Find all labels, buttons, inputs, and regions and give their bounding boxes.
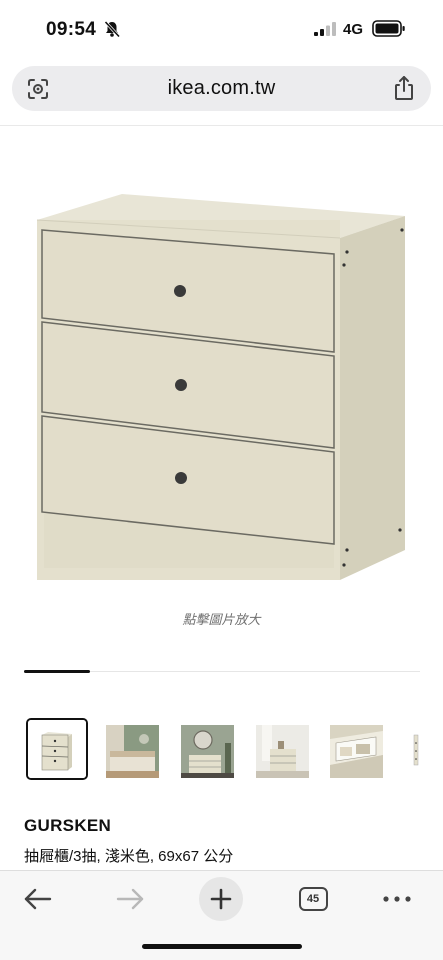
more-button[interactable]	[380, 879, 414, 919]
share-icon[interactable]	[392, 75, 416, 101]
status-time: 09:54	[46, 19, 97, 40]
product-description: 抽屜櫃/3抽, 淺米色, 69x67 公分	[24, 848, 234, 865]
product-name[interactable]: GURSKEN	[24, 816, 111, 836]
thumbnail-4[interactable]	[256, 725, 309, 778]
thumbnail-6[interactable]	[405, 725, 423, 778]
thumbnail-1[interactable]	[26, 718, 88, 780]
home-indicator[interactable]	[142, 944, 302, 949]
back-button[interactable]	[18, 879, 58, 919]
thumbnail-2[interactable]	[106, 725, 159, 778]
address-bar[interactable]: ikea.com.tw	[12, 66, 431, 111]
tabs-button[interactable]: 45	[296, 879, 330, 919]
more-icon	[383, 896, 411, 902]
status-bar: 09:54 4G	[0, 0, 443, 56]
product-image[interactable]	[32, 190, 410, 585]
battery-icon	[372, 20, 405, 37]
plus-icon	[210, 888, 232, 910]
thumbnail-3[interactable]	[181, 725, 234, 778]
arrow-right-icon	[116, 888, 144, 910]
forward-button[interactable]	[110, 879, 150, 919]
signal-icon	[314, 22, 336, 36]
tab-count: 45	[298, 887, 328, 911]
bell-off-icon	[104, 20, 121, 38]
network-type: 4G	[343, 21, 364, 38]
thumbnail-5[interactable]	[330, 725, 383, 778]
new-tab-button[interactable]	[199, 877, 243, 921]
thumbnail-strip	[0, 718, 443, 784]
header-divider	[0, 125, 443, 126]
zoom-caption: 點擊圖片放大	[182, 612, 261, 627]
carousel-progress	[24, 670, 90, 673]
arrow-left-icon	[24, 888, 52, 910]
url-text[interactable]: ikea.com.tw	[12, 77, 431, 100]
